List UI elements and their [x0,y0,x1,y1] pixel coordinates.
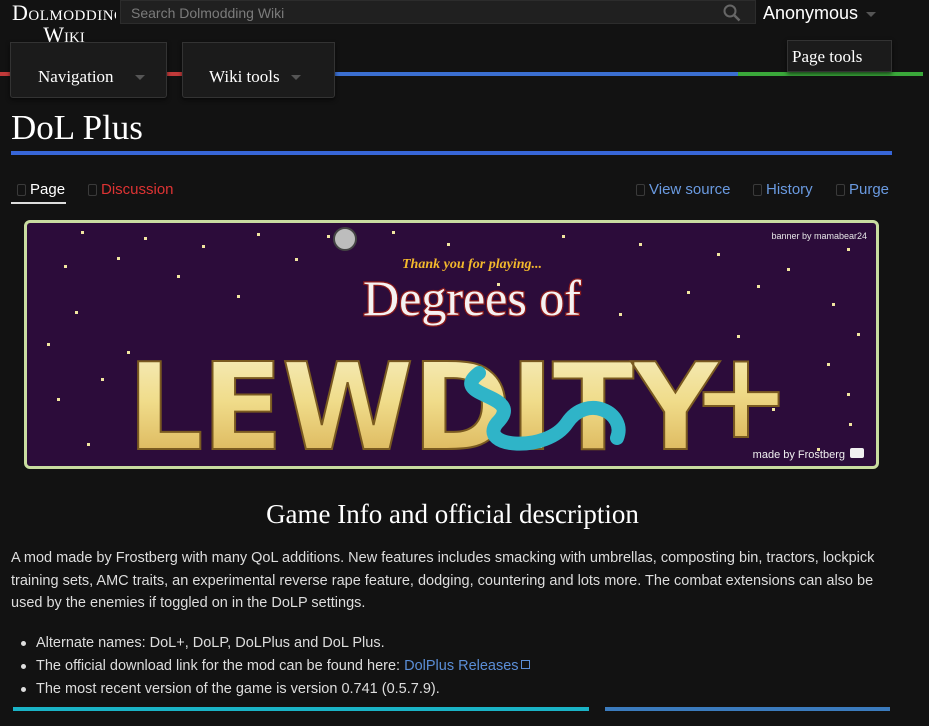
banner-credit-top: banner by mamabear24 [771,231,867,241]
tab-discussion[interactable]: Discussion [88,181,174,198]
dolplus-releases-link[interactable]: DolPlus Releases [404,658,530,674]
user-label: Anonymous [763,3,859,23]
game-banner-image: banner by mamabear24 Thank you for playi… [24,220,879,469]
history-icon [753,183,762,196]
chevron-down-icon [291,75,301,80]
tab-page[interactable]: Page [17,181,65,198]
info-list: Alternate names: DoL+, DoLP, DoLPlus and… [21,632,530,701]
page-tools-label: Page tools [792,47,863,66]
navigation-menu-button[interactable]: Navigation [10,42,167,98]
section-divider-right [605,707,890,711]
external-link-icon [520,660,530,669]
moon-icon [333,227,357,251]
link-label: DolPlus Releases [404,658,519,674]
active-tab-indicator [11,202,66,204]
tab-view-source-label: View source [649,181,731,198]
wiki-logo[interactable]: Dolmodding Wiki [12,2,116,46]
discussion-icon [88,183,97,196]
tab-purge[interactable]: Purge [836,181,889,198]
search-icon[interactable] [723,4,741,22]
frostberg-icon [850,448,864,458]
title-divider [11,151,892,155]
page-tools-menu-button[interactable]: Page tools [787,40,892,72]
download-text: The official download link for the mod c… [36,658,405,674]
banner-title-line2: LEWDITY [127,339,721,466]
logo-line-1: Dolmodding [12,2,116,24]
tab-purge-label: Purge [849,181,890,198]
user-menu[interactable]: Anonymous [763,3,877,24]
purge-icon [836,183,845,196]
tab-history[interactable]: History [753,181,813,198]
banner-credit-bottom: made by Frostberg [753,449,845,461]
search-box [120,0,756,24]
tab-discussion-label: Discussion [101,181,174,198]
page-title: DoL Plus [11,108,143,147]
tab-history-label: History [766,181,813,198]
search-input[interactable] [129,3,713,23]
banner-art: banner by mamabear24 Thank you for playi… [47,227,867,466]
navigation-label: Navigation [38,67,114,86]
wiki-tools-menu-button[interactable]: Wiki tools [182,42,335,98]
page-icon [17,183,26,196]
list-item: The official download link for the mod c… [21,655,530,678]
view-source-icon [636,183,645,196]
wiki-tools-label: Wiki tools [209,67,280,86]
section-divider-left [13,707,589,711]
tab-view-source[interactable]: View source [636,181,730,198]
banner-title-line1: Degrees of [363,270,581,326]
chevron-down-icon [866,11,877,17]
list-item: The most recent version of the game is v… [21,678,530,701]
tab-page-label: Page [30,181,66,198]
chevron-down-icon [135,75,145,80]
banner-plus: + [691,327,792,466]
alternate-names-text: Alternate names: DoL+, DoLP, DoLPlus and… [36,635,385,651]
version-text: The most recent version of the game is v… [36,681,440,697]
section-heading: Game Info and official description [266,499,639,529]
list-item: Alternate names: DoL+, DoLP, DoLPlus and… [21,632,530,655]
mod-description: A mod made by Frostberg with many QoL ad… [11,550,875,611]
